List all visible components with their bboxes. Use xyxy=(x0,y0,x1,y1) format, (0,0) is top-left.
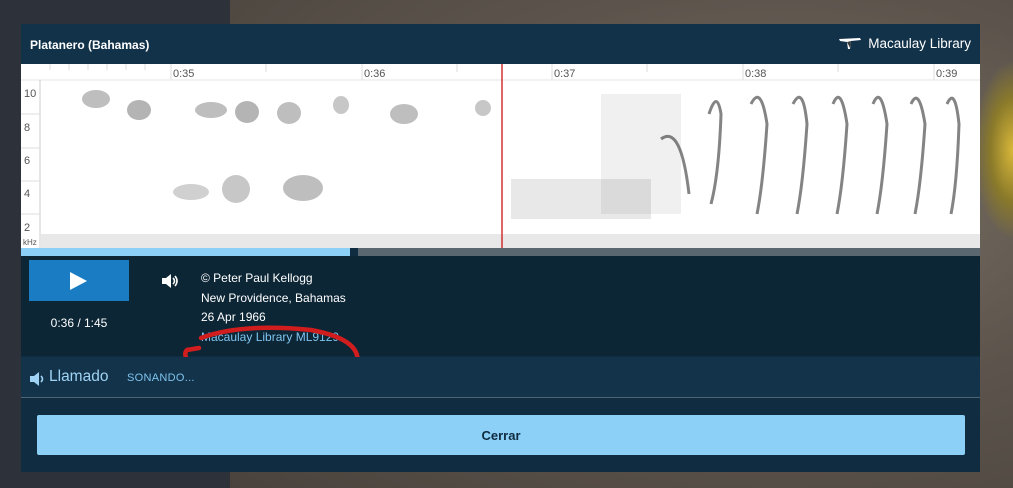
sound-bursts xyxy=(41,90,980,248)
time-tick-label: 0:39 xyxy=(936,68,957,80)
modal-header: Platanero (Bahamas) Macaulay Library xyxy=(21,24,980,64)
volume-icon[interactable] xyxy=(161,273,179,289)
freq-unit-label: kHz xyxy=(23,238,37,247)
freq-tick-label: 10 xyxy=(24,88,36,100)
sound-type-row: Llamado SONANDO... xyxy=(21,357,980,398)
modal-title: Platanero (Bahamas) xyxy=(30,38,150,52)
song-strokes xyxy=(660,95,961,215)
play-icon xyxy=(70,272,87,290)
time-tick-label: 0:37 xyxy=(554,68,575,80)
play-button[interactable] xyxy=(29,260,129,301)
sound-playing-icon xyxy=(30,372,44,386)
playing-status: SONANDO... xyxy=(127,372,195,384)
recording-location: New Providence, Bahamas xyxy=(201,290,346,305)
sound-type-label[interactable]: Llamado xyxy=(49,368,108,386)
time-tick-label: 0:36 xyxy=(364,68,385,80)
freq-tick-label: 6 xyxy=(24,155,30,167)
recording-modal: Platanero (Bahamas) Macaulay Library 0:3… xyxy=(21,24,980,472)
close-button[interactable]: Cerrar xyxy=(37,415,965,455)
freq-tick-label: 2 xyxy=(24,222,30,234)
recording-credit: © Peter Paul Kellogg xyxy=(201,271,313,285)
macaulay-bird-logo-icon xyxy=(839,37,862,49)
playback-time: 0:36 / 1:45 xyxy=(50,316,108,330)
progress-track[interactable] xyxy=(358,248,980,256)
time-tick-label: 0:35 xyxy=(173,68,194,80)
freq-tick-label: 8 xyxy=(24,122,30,134)
brand-label: Macaulay Library xyxy=(868,36,971,51)
freq-tick-label: 4 xyxy=(24,188,30,200)
progress-played[interactable] xyxy=(21,248,350,256)
player-panel: 0:36 / 1:45 © Peter Paul Kellogg New Pro… xyxy=(21,256,980,397)
time-tick-label: 0:38 xyxy=(745,68,766,80)
macaulay-library-brand[interactable]: Macaulay Library xyxy=(838,36,971,51)
spectrogram[interactable]: 0:35 0:36 0:37 0:38 0:39 10 8 6 4 2 kHz xyxy=(21,64,980,248)
